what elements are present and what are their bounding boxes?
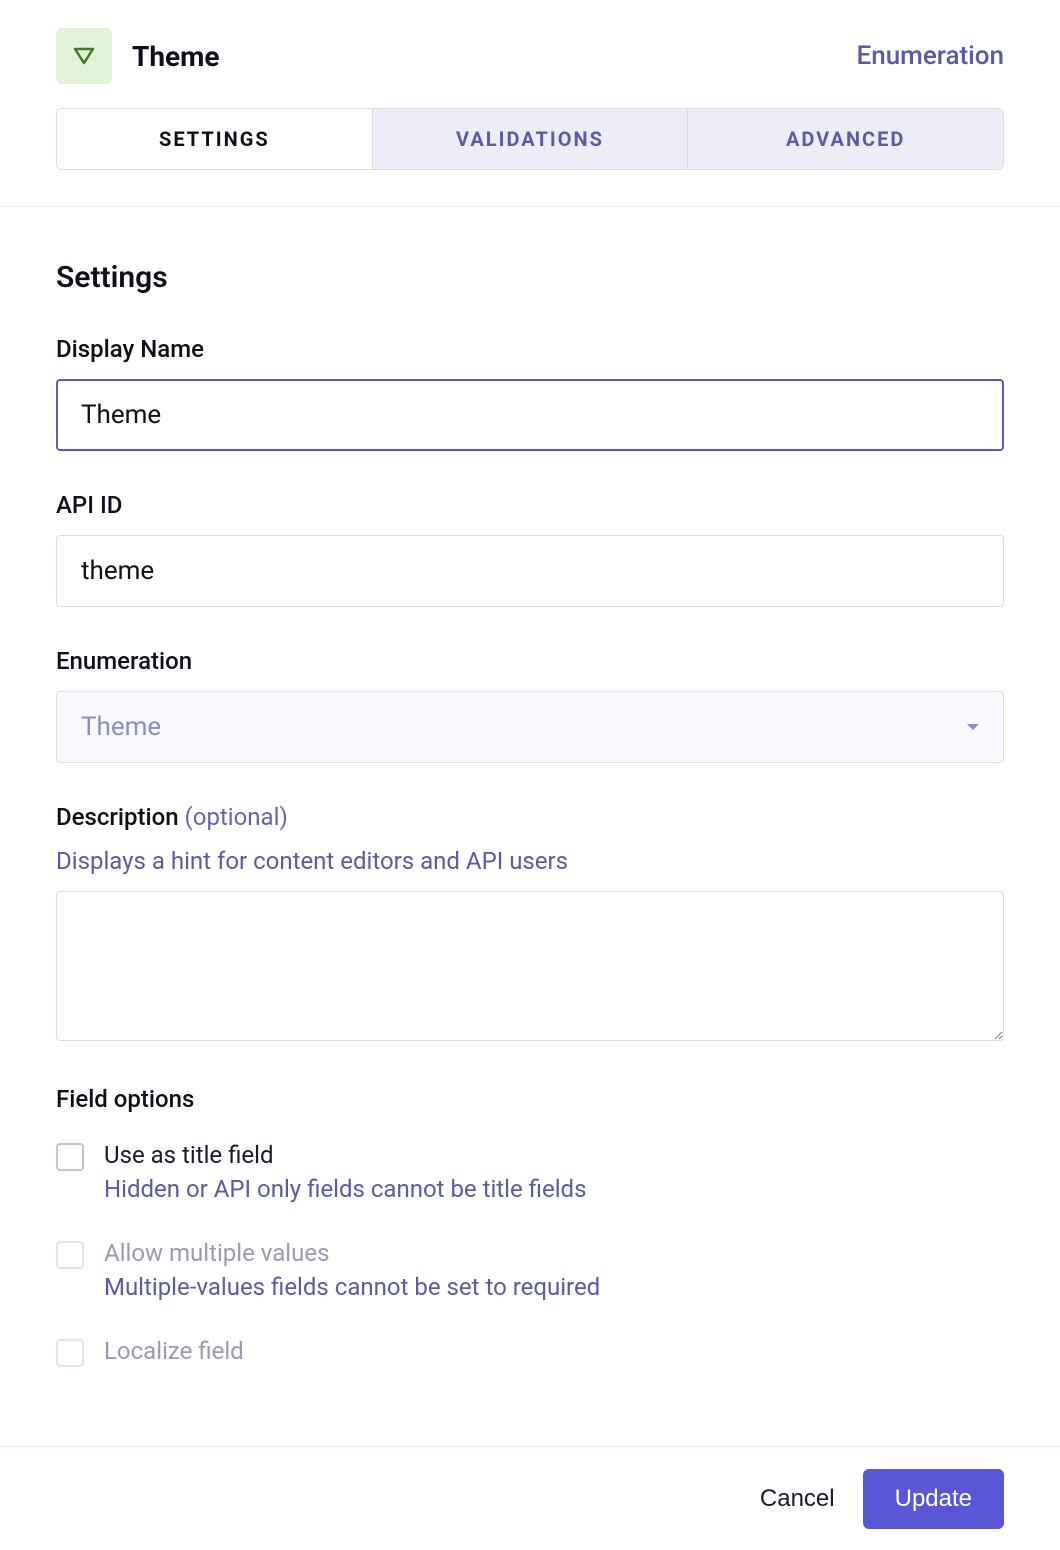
footer: Cancel Update bbox=[0, 1446, 1060, 1550]
display-name-input[interactable] bbox=[56, 379, 1004, 451]
use-as-title-checkbox[interactable] bbox=[56, 1143, 84, 1171]
use-as-title-hint: Hidden or API only fields cannot be titl… bbox=[104, 1175, 586, 1203]
allow-multiple-label: Allow multiple values bbox=[104, 1239, 600, 1267]
allow-multiple-hint: Multiple-values fields cannot be set to … bbox=[104, 1273, 600, 1301]
tab-validations[interactable]: VALIDATIONS bbox=[373, 109, 689, 169]
tabs: SETTINGS VALIDATIONS ADVANCED bbox=[56, 108, 1004, 170]
description-hint: Displays a hint for content editors and … bbox=[56, 847, 1004, 875]
localize-checkbox bbox=[56, 1339, 84, 1367]
option-use-as-title: Use as title field Hidden or API only fi… bbox=[56, 1141, 1004, 1203]
options-title: Field options bbox=[56, 1085, 1004, 1113]
enumeration-group: Enumeration Theme bbox=[56, 647, 1004, 763]
option-localize: Localize field bbox=[56, 1337, 1004, 1367]
description-textarea[interactable] bbox=[56, 891, 1004, 1041]
enumeration-select[interactable]: Theme bbox=[56, 691, 1004, 763]
description-group: Description (optional) Displays a hint f… bbox=[56, 803, 1004, 1045]
allow-multiple-checkbox bbox=[56, 1241, 84, 1269]
header-left: Theme bbox=[56, 28, 220, 84]
tab-advanced[interactable]: ADVANCED bbox=[688, 109, 1003, 169]
use-as-title-label: Use as title field bbox=[104, 1141, 586, 1169]
option-allow-multiple: Allow multiple values Multiple-values fi… bbox=[56, 1239, 1004, 1301]
description-optional: (optional) bbox=[185, 803, 288, 831]
update-button[interactable]: Update bbox=[863, 1469, 1004, 1529]
tab-settings[interactable]: SETTINGS bbox=[57, 109, 373, 169]
cancel-button[interactable]: Cancel bbox=[760, 1485, 835, 1513]
section-title: Settings bbox=[56, 260, 1004, 295]
api-id-input[interactable] bbox=[56, 535, 1004, 607]
header: Theme Enumeration bbox=[0, 0, 1060, 108]
header-type-label: Enumeration bbox=[857, 41, 1004, 71]
header-divider bbox=[0, 206, 1060, 207]
enumeration-label: Enumeration bbox=[56, 647, 1004, 675]
header-title: Theme bbox=[132, 40, 220, 73]
api-id-label: API ID bbox=[56, 491, 1004, 519]
display-name-group: Display Name bbox=[56, 335, 1004, 451]
localize-label: Localize field bbox=[104, 1337, 244, 1365]
enumeration-selected: Theme bbox=[81, 712, 161, 742]
enumeration-icon bbox=[56, 28, 112, 84]
description-label: Description (optional) bbox=[56, 803, 1004, 831]
display-name-label: Display Name bbox=[56, 335, 1004, 363]
api-id-group: API ID bbox=[56, 491, 1004, 607]
scroll-area[interactable]: Settings Display Name API ID Enumeration… bbox=[0, 220, 1060, 1446]
chevron-down-icon bbox=[967, 724, 979, 730]
